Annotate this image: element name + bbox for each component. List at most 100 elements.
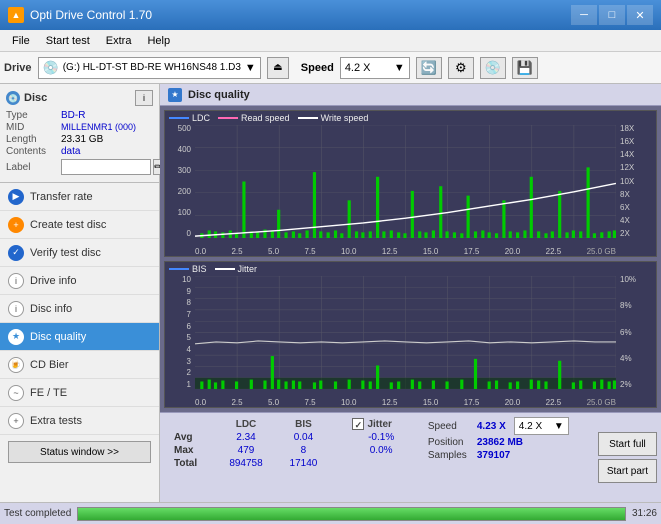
chart2-svg-container: [195, 276, 616, 389]
menubar: File Start test Extra Help: [0, 30, 661, 52]
save-button[interactable]: 💾: [512, 57, 538, 79]
start-part-button[interactable]: Start part: [598, 459, 657, 483]
write-speed-color: [298, 117, 318, 119]
samples-label: Samples: [428, 450, 473, 461]
col-ldc-header: LDC: [215, 417, 276, 431]
minimize-button[interactable]: ─: [571, 5, 597, 25]
speed-dropdown-arrow: ▼: [394, 62, 405, 74]
disc-length-row: Length 23.31 GB: [6, 134, 153, 145]
legend-ldc: LDC: [169, 113, 210, 123]
sidebar-item-fe-te[interactable]: ~ FE / TE: [0, 379, 159, 407]
disc-button[interactable]: 💿: [480, 57, 506, 79]
sidebar-item-verify-test-disc[interactable]: ✓ Verify test disc: [0, 239, 159, 267]
max-ldc: 479: [215, 444, 276, 457]
total-bis: 17140: [277, 457, 331, 470]
transfer-rate-icon: ▶: [8, 189, 24, 205]
bis-chart: BIS Jitter 10 9 8 7 6 5 4: [164, 261, 657, 408]
drive-info-label: Drive info: [30, 275, 76, 287]
start-full-button[interactable]: Start full: [598, 432, 657, 456]
disc-contents-label: Contents: [6, 146, 61, 157]
refresh-button[interactable]: 🔄: [416, 57, 442, 79]
jitter-color: [215, 268, 235, 270]
chart1-y-right: 18X 16X 14X 12X 10X 8X 6X 4X 2X: [618, 125, 656, 238]
disc-panel-title: 💿 Disc: [6, 91, 47, 105]
disc-length-label: Length: [6, 134, 61, 145]
menu-file[interactable]: File: [4, 33, 38, 49]
maximize-button[interactable]: □: [599, 5, 625, 25]
disc-mid-label: MID: [6, 122, 61, 133]
ldc-color: [169, 117, 189, 119]
max-bis: 8: [277, 444, 331, 457]
speed-selector[interactable]: 4.2 X ▼: [340, 57, 410, 79]
chart1-svg-container: [195, 125, 616, 238]
close-button[interactable]: ✕: [627, 5, 653, 25]
create-test-disc-icon: +: [8, 217, 24, 233]
sidebar-item-create-test-disc[interactable]: + Create test disc: [0, 211, 159, 239]
speed-row-label: Speed: [428, 421, 473, 432]
status-window-button[interactable]: Status window >>: [8, 441, 151, 463]
titlebar: ▲ Opti Drive Control 1.70 ─ □ ✕: [0, 0, 661, 30]
position-row: Position 23862 MB: [428, 437, 590, 448]
create-test-disc-label: Create test disc: [30, 219, 106, 231]
sidebar-item-transfer-rate[interactable]: ▶ Transfer rate: [0, 183, 159, 211]
transfer-rate-label: Transfer rate: [30, 191, 93, 203]
content-header: ★ Disc quality: [160, 84, 661, 106]
charts-container: LDC Read speed Write speed 500 400: [160, 106, 661, 412]
chart1-y-left: 500 400 300 200 100 0: [165, 125, 193, 238]
sidebar-item-extra-tests[interactable]: + Extra tests: [0, 407, 159, 435]
sidebar-item-drive-info[interactable]: i Drive info: [0, 267, 159, 295]
menu-start-test[interactable]: Start test: [38, 33, 98, 49]
legend-bis: BIS: [169, 264, 207, 274]
disc-contents-value: data: [61, 146, 80, 157]
progress-bar-container: Test completed 31:26: [0, 502, 661, 524]
drive-label: Drive: [4, 62, 32, 74]
menu-extra[interactable]: Extra: [98, 33, 140, 49]
chart1-x-labels: 0.0 2.5 5.0 7.5 10.0 12.5 15.0 17.5 20.0…: [195, 247, 616, 256]
read-speed-color: [218, 117, 238, 119]
stats-row-avg: Avg 2.34 0.04 -0.1%: [168, 431, 416, 444]
disc-info-icon: i: [8, 301, 24, 317]
verify-test-disc-icon: ✓: [8, 245, 24, 261]
progress-bar: [77, 507, 626, 521]
disc-mid-row: MID MILLENMR1 (000): [6, 122, 153, 133]
disc-info-label: Disc info: [30, 303, 72, 315]
ldc-chart: LDC Read speed Write speed 500 400: [164, 110, 657, 257]
sidebar-item-cd-bier[interactable]: 🍺 CD Bier: [0, 351, 159, 379]
avg-bis: 0.04: [277, 431, 331, 444]
disc-length-value: 23.31 GB: [61, 134, 103, 145]
chart2-x-labels: 0.0 2.5 5.0 7.5 10.0 12.5 15.0 17.5 20.0…: [195, 398, 616, 407]
total-ldc: 894758: [215, 457, 276, 470]
drive-info-icon: i: [8, 273, 24, 289]
content-title: Disc quality: [188, 89, 250, 101]
chart1-svg: [195, 125, 616, 238]
position-label: Position: [428, 437, 473, 448]
disc-quality-icon: ★: [8, 329, 24, 345]
total-label: Total: [168, 457, 215, 470]
bis-color: [169, 268, 189, 270]
disc-contents-row: Contents data: [6, 146, 153, 157]
cd-bier-label: CD Bier: [30, 359, 69, 371]
speed-value: 4.2 X: [345, 62, 371, 74]
speed-stats-selector[interactable]: 4.2 X ▼: [514, 417, 569, 435]
col-bis-header: BIS: [277, 417, 331, 431]
menu-help[interactable]: Help: [139, 33, 178, 49]
eject-button[interactable]: ⏏: [267, 57, 289, 79]
sidebar-item-disc-info[interactable]: i Disc info: [0, 295, 159, 323]
jitter-checkbox[interactable]: ✓: [352, 418, 364, 430]
disc-type-label: Type: [6, 110, 61, 121]
stats-row-total: Total 894758 17140: [168, 457, 416, 470]
drive-selector[interactable]: 💿 (G:) HL-DT-ST BD-RE WH16NS48 1.D3 ▼: [38, 57, 261, 79]
legend-write-speed: Write speed: [298, 113, 369, 123]
settings-button[interactable]: ⚙: [448, 57, 474, 79]
extra-tests-label: Extra tests: [30, 415, 82, 427]
disc-info-btn[interactable]: i: [135, 90, 153, 106]
sidebar-item-disc-quality[interactable]: ★ Disc quality: [0, 323, 159, 351]
label-input[interactable]: [61, 159, 151, 175]
max-jitter: 0.0%: [346, 444, 415, 457]
disc-type-value: BD-R: [61, 110, 85, 121]
samples-row: Samples 379107: [428, 450, 590, 461]
disc-mid-value: MILLENMR1 (000): [61, 122, 136, 133]
fe-te-label: FE / TE: [30, 387, 67, 399]
chart2-legend: BIS Jitter: [169, 264, 257, 274]
content-icon: ★: [168, 88, 182, 102]
